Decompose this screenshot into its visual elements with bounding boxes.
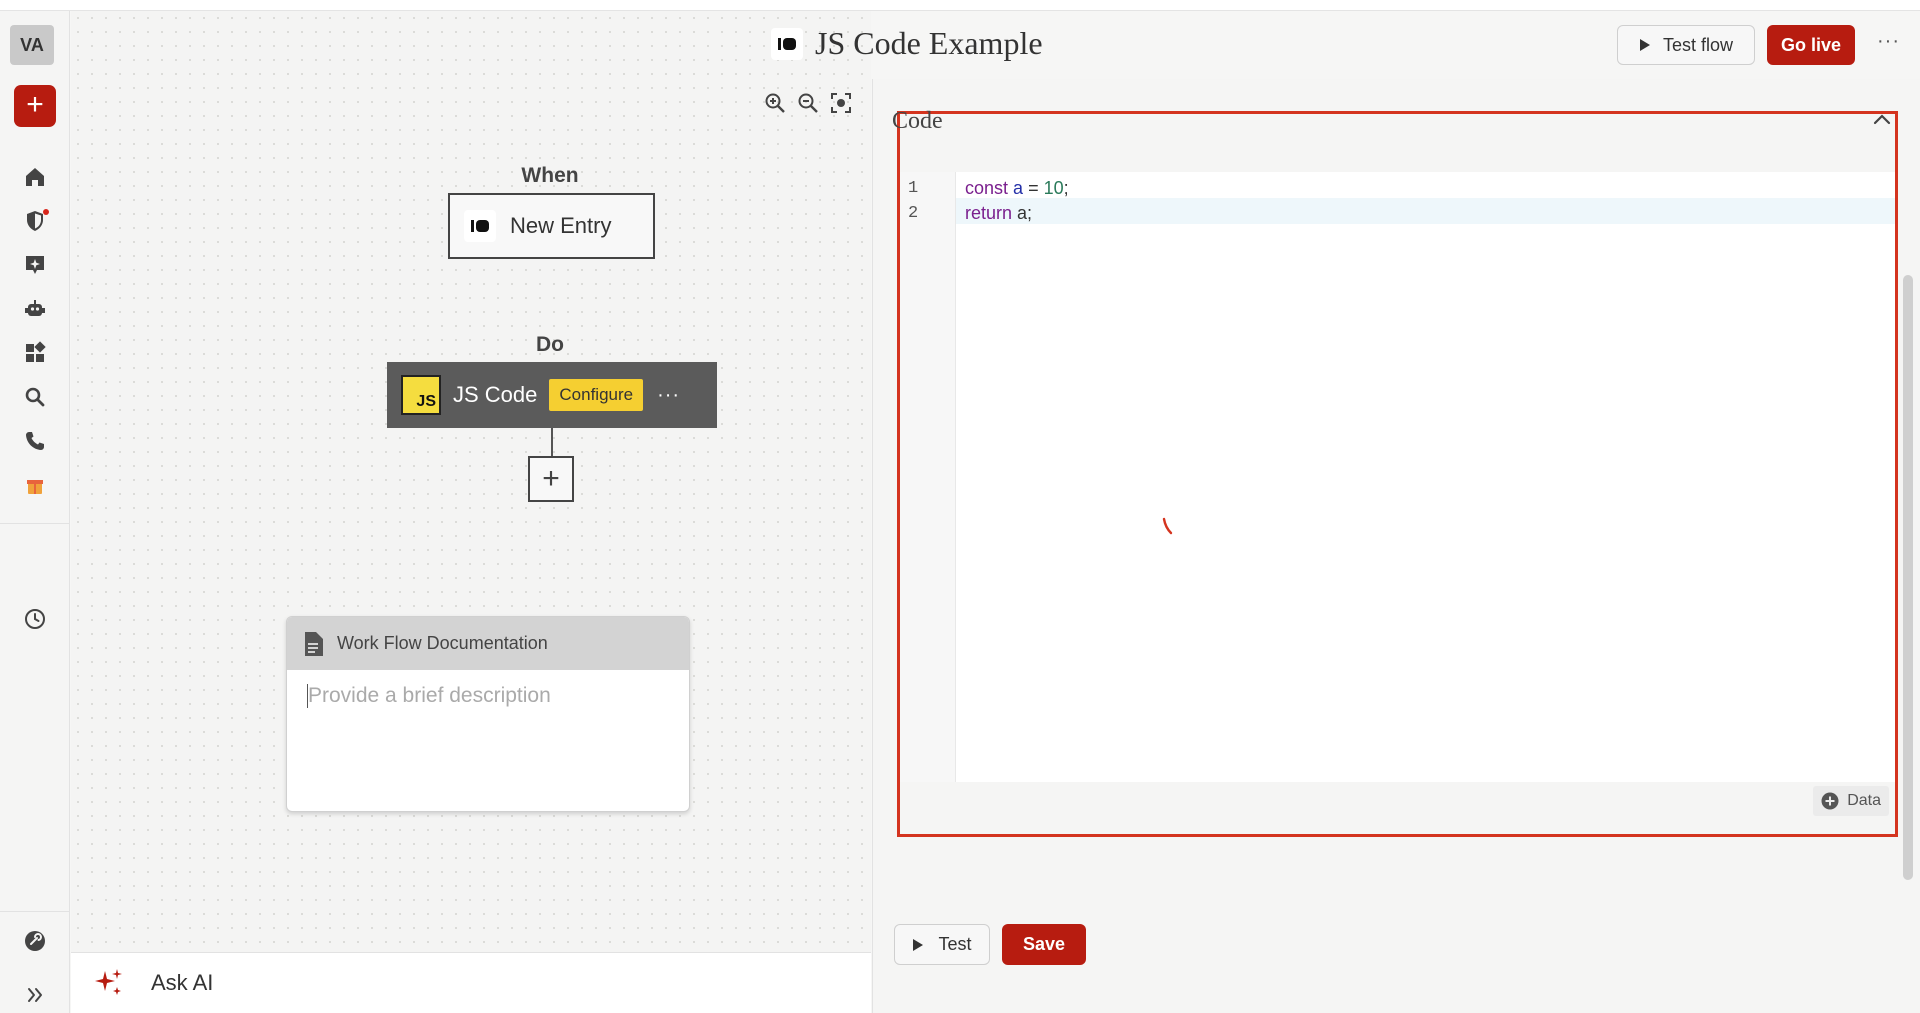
help-icon[interactable] [21, 927, 49, 955]
documentation-placeholder: Provide a brief description [308, 684, 551, 707]
sparkle-chat-icon[interactable] [21, 251, 49, 279]
flow-app-icon [771, 27, 803, 60]
active-line-highlight [900, 198, 1895, 224]
chevron-up-icon[interactable] [1872, 110, 1892, 130]
dashboard-icon[interactable] [21, 339, 49, 367]
create-button[interactable]: + [14, 85, 56, 127]
action-node[interactable]: JS JS Code Configure ··· [387, 362, 717, 428]
robot-icon[interactable] [21, 295, 49, 323]
add-step-button[interactable]: + [528, 456, 574, 502]
configure-badge[interactable]: Configure [549, 379, 644, 411]
data-button-label: Data [1847, 792, 1881, 809]
gift-icon[interactable] [21, 471, 49, 499]
page-title: JS Code Example [771, 25, 1043, 62]
code-line: const a = 10; [965, 178, 1069, 198]
code-line: return a; [965, 203, 1033, 223]
test-label: Test [938, 934, 972, 954]
nav-divider [0, 523, 70, 524]
more-options-button[interactable]: ··· [1877, 30, 1900, 53]
editor-footer: Data [900, 782, 1895, 834]
save-button[interactable]: Save [1002, 924, 1086, 965]
shield-icon[interactable] [21, 207, 49, 235]
zoom-out-icon[interactable] [794, 89, 822, 117]
ai-sparkle-icon [95, 969, 122, 995]
expand-icon[interactable] [21, 981, 49, 1009]
when-label: When [521, 164, 579, 187]
top-strip [0, 0, 1920, 11]
loading-spinner-icon [1162, 517, 1173, 535]
play-icon [913, 938, 924, 951]
home-icon[interactable] [21, 163, 49, 191]
ask-ai-label: Ask AI [151, 970, 214, 995]
javascript-icon: JS [401, 375, 441, 415]
avatar[interactable]: VA [10, 25, 54, 65]
left-nav: VA + [0, 11, 70, 1013]
code-editor[interactable]: 1 2 const a = 10; return a; [900, 172, 1895, 782]
trigger-label: New Entry [510, 213, 612, 238]
documentation-card: Work Flow Documentation Provide a brief … [286, 616, 690, 812]
trigger-app-icon [464, 210, 496, 242]
zoom-in-icon[interactable] [761, 89, 789, 117]
add-circle-icon [1821, 792, 1839, 810]
code-section-label: Code [892, 108, 943, 134]
go-live-button[interactable]: Go live [1767, 25, 1855, 65]
line-number: 1 [908, 179, 919, 198]
trigger-node[interactable]: New Entry [448, 193, 655, 259]
action-label: JS Code [453, 382, 538, 407]
document-icon [305, 631, 323, 656]
panel-scrollbar[interactable] [1903, 275, 1913, 880]
clock-icon[interactable] [21, 605, 49, 633]
nav-divider-bottom [0, 911, 70, 912]
line-number: 2 [908, 204, 919, 223]
test-flow-label: Test flow [1662, 34, 1734, 55]
phone-icon[interactable] [21, 427, 49, 455]
line-number-gutter [900, 172, 956, 782]
do-label: Do [536, 333, 564, 356]
flow-title: JS Code Example [815, 25, 1043, 61]
search-icon[interactable] [21, 383, 49, 411]
play-icon [1639, 39, 1650, 51]
test-button[interactable]: Test [894, 924, 990, 965]
test-flow-button[interactable]: Test flow [1617, 25, 1755, 65]
notification-dot [43, 209, 49, 215]
documentation-input[interactable]: Provide a brief description [287, 670, 689, 722]
documentation-header: Work Flow Documentation [287, 617, 689, 670]
documentation-title: Work Flow Documentation [337, 633, 548, 653]
insert-data-button[interactable]: Data [1813, 786, 1889, 816]
action-more-button[interactable]: ··· [657, 384, 680, 407]
ask-ai-bar[interactable]: Ask AI [71, 952, 871, 1013]
fit-view-icon[interactable] [827, 89, 855, 117]
